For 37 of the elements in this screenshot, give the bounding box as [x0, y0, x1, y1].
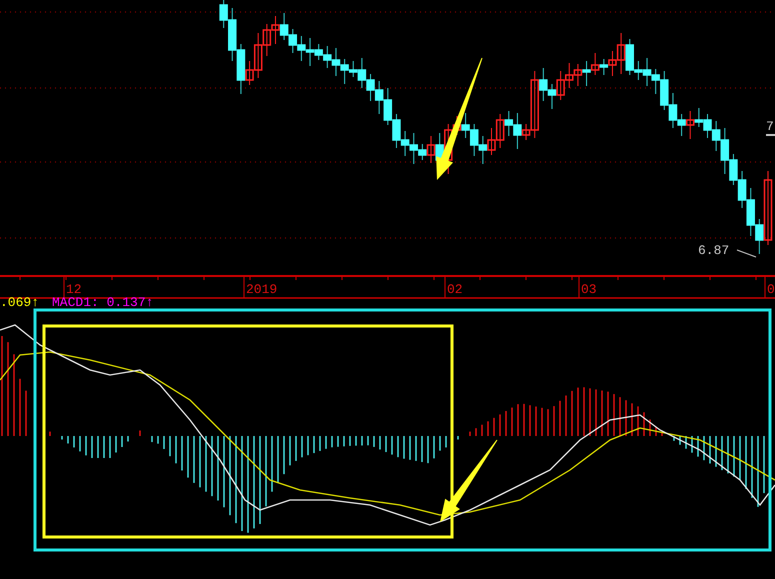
candlestick: [556, 70, 565, 100]
candlestick: [366, 74, 375, 102]
candlestick: [392, 114, 401, 148]
candlestick: [271, 16, 280, 44]
axis-date-label: 02: [447, 282, 463, 297]
candlestick: [565, 62, 574, 88]
low-price-label: 6.87: [698, 243, 730, 258]
candlestick: [461, 112, 470, 138]
axis-date-label: 0: [767, 282, 775, 297]
candlestick: [332, 48, 340, 76]
axis-date-label: 03: [581, 282, 597, 297]
candlestick: [582, 60, 591, 86]
candlestick: [288, 28, 298, 54]
candlestick: [323, 46, 332, 68]
candlestick: [487, 128, 496, 156]
price-label: 7: [766, 119, 774, 134]
candlestick: [262, 24, 272, 56]
axis-date-label: 12: [66, 282, 82, 297]
indicator-value: .069↑: [0, 295, 40, 310]
candlestick: [297, 36, 306, 62]
candlestick: [504, 110, 514, 136]
candlestick: [496, 114, 504, 148]
candlestick: [374, 80, 384, 114]
candlestick: [384, 88, 392, 126]
candlestick: [478, 136, 488, 164]
candlestick: [548, 84, 556, 110]
candlestick: [590, 52, 600, 76]
candlestick: [746, 188, 755, 236]
candlestick: [400, 130, 410, 156]
candlestick: [280, 12, 288, 40]
candlestick: [470, 124, 478, 156]
axis-date-label: 2019: [246, 282, 278, 297]
leader-line: [736, 250, 756, 258]
candlestick: [574, 64, 582, 86]
indicator-value: MACD1: 0.137↑: [52, 295, 154, 310]
candlestick: [703, 114, 712, 138]
candlestick: [738, 170, 746, 208]
